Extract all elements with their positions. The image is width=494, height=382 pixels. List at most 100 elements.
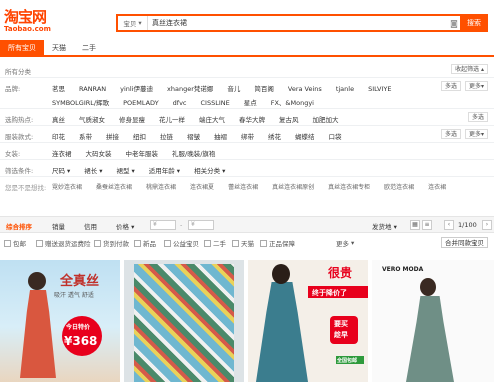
brand-option[interactable]: SILVIYE [368,82,391,96]
search-button[interactable]: 搜索 [460,14,488,32]
brand-option[interactable]: 茗思 [52,82,65,96]
style-option[interactable]: 抽褶 [214,130,227,144]
women-option[interactable]: 大码女装 [86,147,112,161]
hot-option[interactable]: 春华大牌 [239,113,265,127]
more-button[interactable]: 更多▾ [464,81,488,91]
brand-option[interactable]: 星点 [244,96,257,110]
option-new[interactable]: 新品 [134,238,156,248]
women-option[interactable]: 礼服/晚装/旗袍 [172,147,215,161]
product-card-4[interactable]: VERO MODA [372,260,494,382]
checkbox[interactable] [232,239,239,247]
checkbox[interactable] [36,239,43,247]
hot-option[interactable]: 真丝 [52,113,65,127]
brand-option[interactable]: CISSLINE [201,96,230,110]
tab-secondhand[interactable]: 二手 [74,40,104,55]
grid-view-icon[interactable]: ▦ [410,220,420,230]
group-same-items-button[interactable]: 合并同款宝贝 [441,237,488,248]
checkbox[interactable] [260,239,267,247]
option-secondhand[interactable]: 二手 [204,238,226,248]
multi-select-button[interactable]: 多选 [440,129,461,139]
option-charity[interactable]: 公益宝贝 [164,238,199,248]
style-option[interactable]: 拼接 [106,130,119,144]
related-search-link[interactable]: 真丝连衣裙专柜 [328,181,370,195]
tab-tmall[interactable]: 天猫 [44,40,74,55]
style-option[interactable]: 褶皱 [187,130,200,144]
brand-option[interactable]: FX、&Mongyi [271,96,314,110]
option-genuine[interactable]: 正品保障 [260,238,295,248]
sort-default[interactable]: 综合排序 [6,221,32,231]
all-categories-label[interactable]: 所有分类 [5,66,31,76]
condition-dropdown[interactable]: 适用年龄 [149,164,175,178]
brand-option[interactable]: yinli伊蔓迪 [120,82,153,96]
brand-option[interactable]: tjanle [336,82,354,96]
condition-dropdown[interactable]: 裙型 [117,164,130,178]
brand-option[interactable]: 音儿 [227,82,240,96]
women-option[interactable]: 中老年服装 [126,147,159,161]
checkbox[interactable] [134,239,141,247]
checkbox[interactable] [204,239,211,247]
brand-option[interactable]: RANRAN [79,82,106,96]
style-option[interactable]: 口袋 [329,130,342,144]
hot-option[interactable]: 加肥加大 [313,113,339,127]
search-input[interactable]: 真丝连衣裙 [148,18,448,28]
sort-sales[interactable]: 销量 [52,221,65,231]
women-option[interactable]: 连衣裙 [52,147,72,161]
camera-icon[interactable]: ◙ [448,19,460,28]
style-option[interactable]: 蝴蝶结 [295,130,315,144]
brand-option[interactable]: 简百阁 [254,82,274,96]
brand-option[interactable]: xhanger梵诺娜 [167,82,213,96]
related-search-link[interactable]: 连衣裙夏 [190,181,214,195]
price-min-input[interactable]: ¥ [150,220,176,230]
style-option[interactable]: 系带 [79,130,92,144]
product-card-2[interactable] [124,260,244,382]
list-view-icon[interactable]: ≡ [422,220,432,230]
brand-option[interactable]: dfvc [173,96,187,110]
condition-dropdown[interactable]: 尺码 [52,164,65,178]
style-option[interactable]: 纽扣 [133,130,146,144]
related-search-link[interactable]: 欧范连衣裙 [384,181,414,195]
related-search-link[interactable]: 霓妙连衣裙 [52,181,82,195]
sort-price[interactable]: 价格 ▾ [116,221,134,231]
related-search-link[interactable]: 真丝连衣裙原创 [272,181,314,195]
option-free-shipping[interactable]: 包邮 [4,238,26,248]
multi-select-button[interactable]: 多选 [467,112,488,122]
prev-page-button[interactable]: ‹ [444,220,454,230]
multi-select-button[interactable]: 多选 [440,81,461,91]
style-option[interactable]: 印花 [52,130,65,144]
ship-from-select[interactable]: 发货地 ▾ [372,221,397,231]
options-more-button[interactable]: 更多 ▾ [336,238,354,248]
checkbox[interactable] [4,239,11,247]
hot-option[interactable]: 复古风 [279,113,299,127]
brand-option[interactable]: SYMBOLGIRL/辉歌 [52,96,109,110]
option-cod[interactable]: 货到付款 [94,238,129,248]
more-button[interactable]: 更多▾ [464,129,488,139]
checkbox[interactable] [94,239,101,247]
related-search-link[interactable]: 桑蚕丝连衣裙 [96,181,132,195]
hot-option[interactable]: 端庄大气 [199,113,225,127]
hot-option[interactable]: 修身显瘦 [119,113,145,127]
collapse-filters-button[interactable]: 收起筛选 ▴ [451,64,488,74]
product-card-3[interactable]: 很贵 终于降价了 要买 趁早 全国包邮 [248,260,368,382]
next-page-button[interactable]: › [482,220,492,230]
option-return-insurance[interactable]: 赠送退货运费险 [36,238,91,248]
sort-credit[interactable]: 信用 [84,221,97,231]
related-search-link[interactable]: 蕾丝连衣裙 [228,181,258,195]
condition-dropdown[interactable]: 相关分类 [194,164,220,178]
condition-dropdown[interactable]: 裙长 [84,164,97,178]
taobao-logo[interactable]: 淘宝网 [4,6,47,27]
style-option[interactable]: 绣花 [268,130,281,144]
related-search-link[interactable]: 桃鼎连衣裙 [146,181,176,195]
product-card-1[interactable]: 全真丝 吸汗 透气 舒适 今日特价 ¥368 [0,260,120,382]
related-search-link[interactable]: 连衣裙 [428,181,446,195]
price-max-input[interactable]: ¥ [188,220,214,230]
tab-all[interactable]: 所有宝贝 [0,40,44,55]
style-option[interactable]: 拉链 [160,130,173,144]
option-tmall[interactable]: 天猫 [232,238,254,248]
search-scope-select[interactable]: 宝贝 ▾ [118,16,148,30]
hot-option[interactable]: 气质淑女 [79,113,105,127]
hot-option[interactable]: 花儿一样 [159,113,185,127]
brand-option[interactable]: Vera Veins [288,82,322,96]
style-option[interactable]: 绑带 [241,130,254,144]
brand-option[interactable]: POEMLADY [123,96,159,110]
checkbox[interactable] [164,239,171,247]
